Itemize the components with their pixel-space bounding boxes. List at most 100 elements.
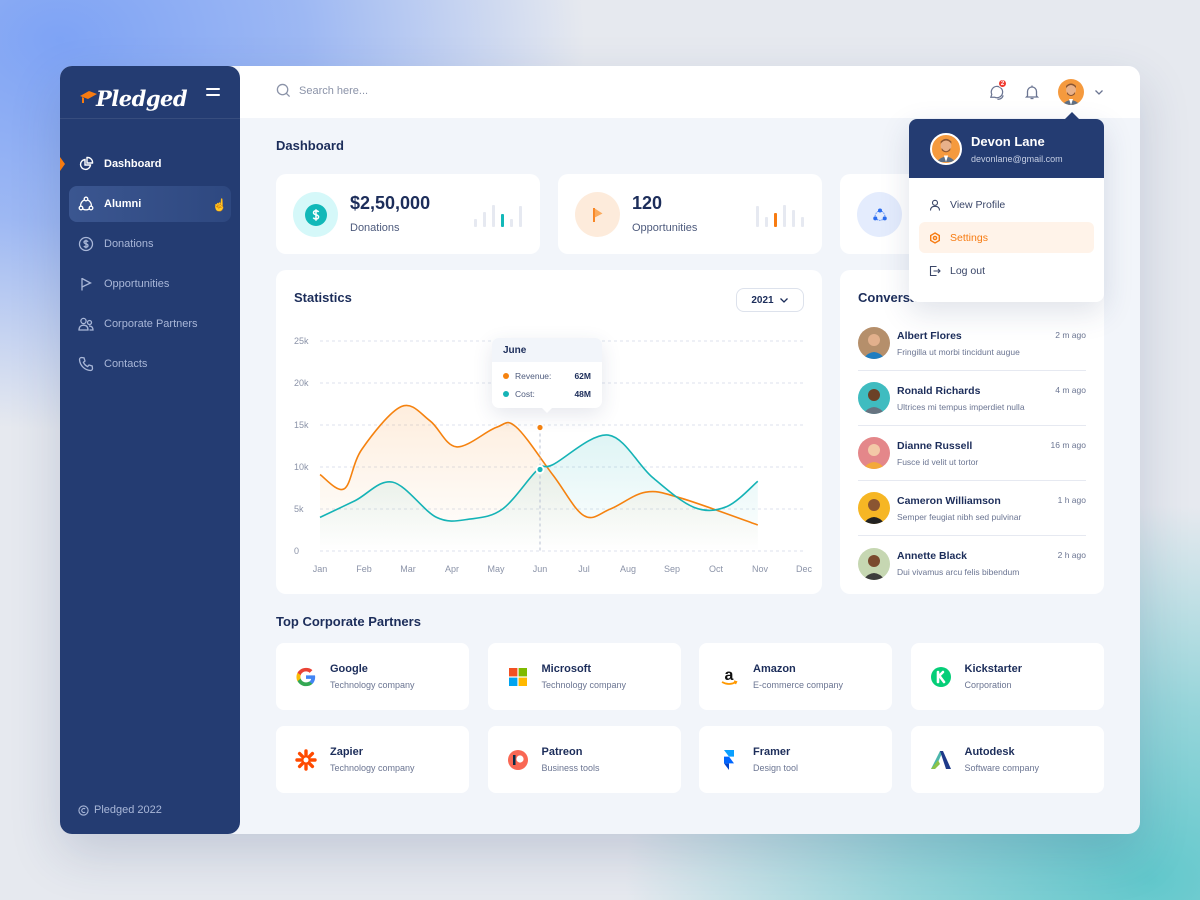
stat-icon-circle [857,192,902,237]
x-tick-label: Oct [709,564,724,574]
conversation-item[interactable]: Cameron Williamson Semper feugiat nibh s… [858,481,1086,536]
message-time: 4 m ago [1055,385,1086,395]
mini-bar [756,206,759,227]
x-tick-label: Jul [578,564,590,574]
sidebar-item-alumni[interactable]: Alumni ☝ [69,186,231,222]
menu-item-settings[interactable]: Settings [919,222,1094,253]
partner-name: Microsoft [541,663,592,675]
graduation-cap-icon [80,91,97,103]
x-tick-label: Mar [400,564,416,574]
logout-icon [929,265,941,276]
x-tick-label: Nov [752,564,769,574]
kickstarter-logo-icon [929,665,953,689]
sidebar-item-donations[interactable]: Donations [69,226,231,262]
y-tick-label: 10k [294,462,309,472]
dollar-icon [304,203,327,226]
y-tick-label: 5k [294,504,304,514]
partner-card-autodesk[interactable]: Autodesk Software company [910,726,1104,793]
stat-card-opportunities[interactable]: 120 Opportunities [558,174,822,254]
sidebar-item-label: Dashboard [104,158,162,170]
cost-dot [503,391,509,397]
contact-avatar [858,492,890,524]
revenue-point [537,424,543,431]
sidebar-item-label: Donations [104,238,154,250]
mini-bar [519,206,522,227]
partner-name: Zapier [330,746,364,758]
menu-item-logout[interactable]: Log out [919,255,1094,286]
partner-card-kickstarter[interactable]: Kickstarter Corporation [910,643,1104,710]
revenue-dot [503,373,509,379]
partner-name: Framer [753,746,791,758]
contact-name: Annette Black [897,550,968,562]
logo[interactable]: Pledged [78,78,188,118]
messages-button[interactable]: 2 [986,79,1007,102]
hand-cursor-icon: ☝ [212,198,227,212]
search-input[interactable] [299,84,499,97]
profile-dropdown: Devon Lane devonlane@gmail.com View Prof… [909,112,1104,302]
conversation-item[interactable]: Annette Black Dui vivamus arcu felis bib… [858,536,1086,591]
message-time: 2 h ago [1057,550,1086,560]
page-title: Dashboard [276,138,344,153]
copyright-text: Pledged 2022 [94,804,162,816]
chevron-down-icon [1095,90,1103,95]
x-tick-label: Feb [356,564,372,574]
x-tick-label: Jun [533,564,548,574]
sidebar-item-opportunities[interactable]: Opportunities [69,266,231,302]
partner-type: Technology company [330,680,415,690]
partners-title: Top Corporate Partners [276,614,421,629]
mini-bar [501,214,504,227]
menu-item-view-profile[interactable]: View Profile [919,189,1094,220]
stat-icon-circle [293,192,338,237]
conversation-item[interactable]: Dianne Russell Fusce id velit ut tortor … [858,426,1086,481]
message-preview: Fusce id velit ut tortor [897,456,979,467]
mini-bar [792,210,795,227]
sidebar: Pledged Dashboard Alumni ☝ Donations Opp… [60,66,240,834]
y-tick-label: 25k [294,336,309,346]
partner-card-amazon[interactable]: a Amazon E-commerce company [699,643,892,710]
flag-icon [81,277,92,291]
stat-value: 120 [632,193,663,213]
mini-bar [474,219,477,227]
sidebar-item-label: Alumni [104,198,142,210]
profile-menu-trigger[interactable] [1058,79,1104,105]
contact-name: Dianne Russell [897,439,973,452]
menu-toggle-button[interactable] [206,86,220,98]
google-logo-icon [294,665,318,689]
sidebar-item-corporate-partners[interactable]: Corporate Partners [69,306,231,342]
contact-name: Albert Flores [897,329,962,342]
partner-card-microsoft[interactable]: Microsoft Technology company [487,643,681,710]
tooltip-row-revenue: Revenue: 62M [492,367,602,385]
message-count-badge: 2 [998,79,1007,88]
x-tick-label: Apr [445,564,459,574]
partner-type: Business tools [541,763,600,773]
partner-card-google[interactable]: Google Technology company [276,643,469,710]
sidebar-item-contacts[interactable]: Contacts [69,346,231,382]
stat-card-donations[interactable]: $2,50,000 Donations [276,174,540,254]
tooltip-month: June [492,338,602,362]
partner-name: Patreon [541,746,583,758]
partner-name: Google [330,663,368,675]
sidebar-item-dashboard[interactable]: Dashboard [60,146,231,182]
message-time: 16 m ago [1050,440,1086,450]
partner-card-zapier[interactable]: Zapier Technology company [276,726,469,793]
user-avatar [1058,79,1084,105]
flag-icon [592,207,602,222]
conversation-item[interactable]: Ronald Richards Ultrices mi tempus imper… [858,371,1086,426]
search-bar [276,83,499,98]
mini-bar-chart [474,202,522,227]
contact-avatar [858,547,890,580]
mini-bar [510,219,513,227]
stat-label: Opportunities [632,222,698,234]
conversation-list: Albert Flores Fringilla ut morbi tincidu… [858,316,1086,591]
stat-label: Donations [350,222,400,234]
partner-card-patreon[interactable]: Patreon Business tools [487,726,681,793]
message-time: 1 h ago [1057,495,1086,505]
stat-icon-circle [575,192,620,237]
phone-icon [78,356,94,372]
partner-card-framer[interactable]: Framer Design tool [699,726,892,793]
notifications-button[interactable] [1022,82,1042,102]
sidebar-item-label: Contacts [104,358,148,370]
conversation-item[interactable]: Albert Flores Fringilla ut morbi tincidu… [858,316,1086,371]
sidebar-footer: Pledged 2022 [78,804,162,816]
autodesk-logo-icon [929,748,953,772]
